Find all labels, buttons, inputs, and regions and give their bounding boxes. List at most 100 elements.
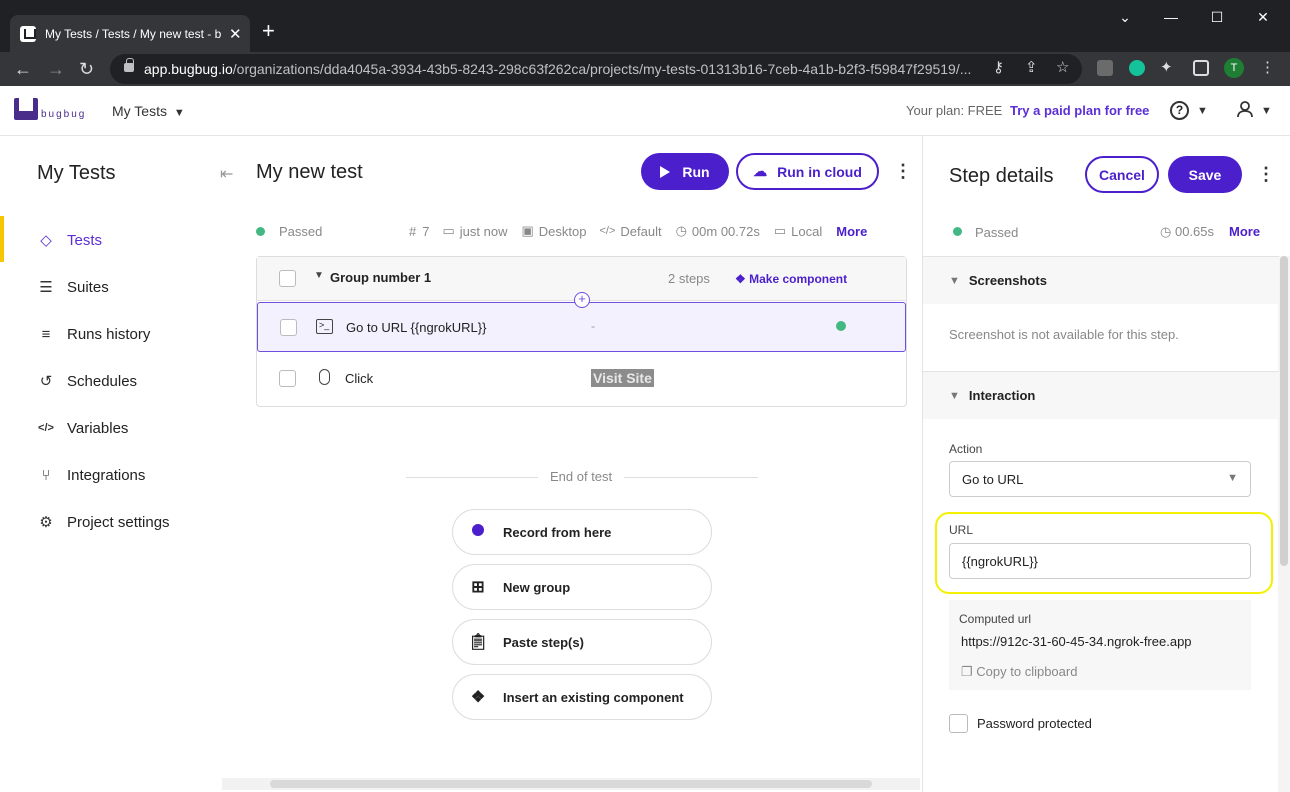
active-nav-marker — [0, 216, 4, 262]
step-checkbox[interactable] — [279, 370, 296, 387]
tab-search-icon[interactable]: ⌄ — [1102, 0, 1148, 34]
diamond-icon: ◇ — [40, 232, 52, 249]
vertical-scrollbar[interactable] — [1280, 256, 1288, 566]
run-location: Local — [791, 223, 823, 239]
gear-icon: ⚙ — [39, 514, 53, 531]
sidebar-item-project-settings[interactable]: ⚙ Project settings — [37, 510, 237, 534]
user-menu[interactable] — [1236, 100, 1254, 123]
test-title[interactable]: My new test — [256, 161, 363, 184]
run-cloud-label: Run in cloud — [777, 163, 862, 180]
make-component-button[interactable]: ❖ Make component — [735, 272, 847, 286]
key-icon[interactable]: ⚷ — [993, 58, 1004, 76]
action-select-value: Go to URL — [962, 471, 1024, 487]
url-bar[interactable]: app.bugbug.io/organizations/dda4045a-393… — [110, 54, 1082, 84]
section-label: Interaction — [968, 388, 1036, 403]
share-icon[interactable]: ⇪ — [1025, 58, 1038, 76]
bugbug-favicon-icon — [20, 25, 36, 42]
test-more-menu-icon[interactable]: ⋮ — [894, 162, 912, 180]
project-switcher[interactable]: My Tests ▼ — [112, 103, 185, 119]
screenshot-empty-text: Screenshot is not available for this ste… — [949, 327, 1179, 342]
url-input[interactable]: {{ngrokURL}} — [949, 543, 1251, 579]
plan-info: Your plan: FREE Try a paid plan for free — [906, 103, 1149, 118]
details-more-menu-icon[interactable]: ⋮ — [1257, 165, 1275, 183]
code-icon: </> — [599, 225, 616, 237]
group-checkbox[interactable] — [279, 270, 296, 287]
sidebar-item-schedules[interactable]: ↺ Schedules — [37, 369, 237, 393]
terminal-icon: >_ — [316, 319, 333, 334]
browser-menu-icon[interactable]: ⋮ — [1260, 58, 1275, 76]
cloud-play-icon: ☁ — [753, 163, 768, 179]
tab-title: My Tests / Tests / My new test - b — [45, 26, 222, 41]
back-icon[interactable]: ← — [14, 58, 32, 80]
action-label: Insert an existing component — [503, 689, 684, 705]
help-chevron-icon[interactable]: ▼ — [1197, 105, 1208, 117]
laptop-icon: ▭ — [773, 223, 787, 238]
copy-to-clipboard-button[interactable]: ❐ Copy to clipboard — [961, 664, 1077, 680]
close-window-icon[interactable]: ✕ — [1240, 0, 1286, 34]
record-from-here-button[interactable]: Record from here — [452, 509, 712, 555]
url-path: /organizations/dda4045a-3934-43b5-8243-2… — [232, 61, 972, 77]
step-row[interactable]: >_ Go to URL {{ngrokURL}} - — [257, 302, 906, 352]
interaction-section-header[interactable]: ▼ Interaction — [923, 371, 1279, 419]
password-protected-checkbox[interactable] — [949, 714, 968, 733]
add-step-icon[interactable]: + — [574, 292, 590, 308]
step-row[interactable]: Click — [257, 353, 906, 405]
details-more-link[interactable]: More — [1229, 224, 1260, 239]
save-button[interactable]: Save — [1168, 156, 1242, 193]
action-label: Paste step(s) — [503, 634, 584, 650]
step-duration: ◷ 00.65s — [1160, 224, 1214, 240]
url-field-label: URL — [949, 523, 974, 537]
maximize-icon[interactable]: ☐ — [1194, 0, 1240, 34]
url-input-value: {{ngrokURL}} — [962, 553, 1038, 569]
extension-icon[interactable] — [1097, 60, 1113, 76]
run-time: just now — [459, 223, 508, 239]
step-checkbox[interactable] — [280, 319, 297, 336]
sidebar-item-label: Suites — [67, 278, 109, 296]
horizontal-scrollbar[interactable] — [270, 780, 872, 788]
screenshots-section-header[interactable]: ▼ Screenshots — [923, 256, 1279, 304]
test-status: Passed — [279, 223, 323, 239]
profile-avatar[interactable]: T — [1224, 58, 1244, 78]
step-label: Go to URL {{ngrokURL}} — [346, 320, 487, 335]
run-more-link[interactable]: More — [836, 224, 867, 239]
paste-steps-button[interactable]: 📋︎ Paste step(s) — [452, 619, 712, 665]
component-add-icon: ❖ — [470, 689, 486, 706]
upgrade-link[interactable]: Try a paid plan for free — [1010, 103, 1149, 118]
bugbug-logo[interactable]: bugbug — [14, 98, 86, 120]
run-device: Desktop — [538, 223, 587, 239]
action-select[interactable]: Go to URL ▼ — [949, 461, 1251, 497]
user-chevron-icon[interactable]: ▼ — [1261, 105, 1272, 117]
git-branch-icon: ⑂ — [41, 466, 51, 484]
sidebar-item-suites[interactable]: ☰ Suites — [37, 275, 237, 299]
run-in-cloud-button[interactable]: ☁ Run in cloud — [736, 153, 879, 190]
insert-component-button[interactable]: ❖ Insert an existing component — [452, 674, 712, 720]
url-host: app.bugbug.io — [144, 61, 233, 77]
step-element-preview: Visit Site — [591, 369, 654, 387]
sidebar-item-runs-history[interactable]: ≡ Runs history — [37, 322, 237, 346]
step-status-dot — [953, 227, 962, 236]
browser-tab[interactable]: My Tests / Tests / My new test - b ✕ — [10, 15, 250, 52]
code-icon: </> — [38, 422, 54, 434]
sidebar-item-tests[interactable]: ◇ Tests — [37, 228, 237, 252]
sidebar-item-variables[interactable]: </> Variables — [37, 416, 237, 440]
run-duration: 00m 00.72s — [691, 223, 760, 239]
run-button[interactable]: Run — [641, 153, 729, 190]
cancel-button[interactable]: Cancel — [1085, 156, 1159, 193]
new-tab-icon[interactable]: + — [262, 20, 275, 42]
new-group-button[interactable]: ⊞ New group — [452, 564, 712, 610]
help-icon[interactable]: ? — [1170, 101, 1189, 120]
grammarly-icon[interactable] — [1129, 60, 1145, 76]
reload-icon[interactable]: ↻ — [79, 58, 94, 80]
extensions-puzzle-icon[interactable]: ✦ — [1160, 58, 1173, 76]
lock-icon — [124, 58, 134, 72]
forward-icon[interactable]: → — [47, 58, 65, 80]
action-field-label: Action — [949, 442, 983, 456]
side-panel-icon[interactable] — [1193, 60, 1209, 76]
group-collapse-chevron-icon[interactable]: ▼ — [314, 270, 324, 281]
minimize-icon[interactable]: — — [1148, 0, 1194, 34]
collapse-sidebar-icon[interactable]: ⇤ — [220, 164, 233, 184]
close-tab-icon[interactable]: ✕ — [229, 25, 242, 43]
sidebar-item-integrations[interactable]: ⑂ Integrations — [37, 463, 237, 487]
list-check-icon: ≡ — [41, 325, 51, 343]
bookmark-star-icon[interactable]: ☆ — [1056, 58, 1069, 76]
